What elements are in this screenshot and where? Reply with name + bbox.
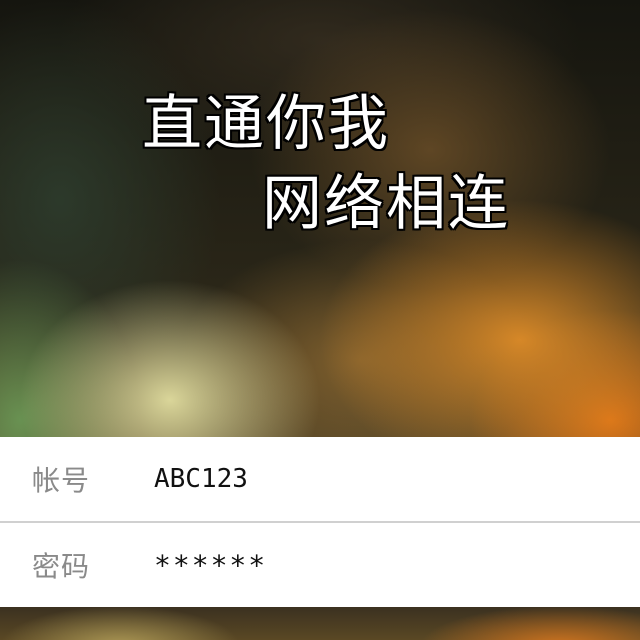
password-label: 密码 [32,550,91,583]
password-input[interactable]: ****** [154,549,594,582]
slogan-line-2: 网络相连 [262,169,510,239]
login-form: 帐号 ABC123 密码 ****** [0,437,640,607]
background-bottom-strip [0,606,640,640]
password-row[interactable]: 密码 ****** [0,523,640,607]
slogan-line-1: 直通你我 [142,89,390,159]
account-row[interactable]: 帐号 ABC123 [0,437,640,521]
login-screen: 直通你我 网络相连 帐号 ABC123 密码 ****** [0,0,640,640]
account-input[interactable]: ABC123 [154,464,594,494]
account-label: 帐号 [32,464,91,497]
